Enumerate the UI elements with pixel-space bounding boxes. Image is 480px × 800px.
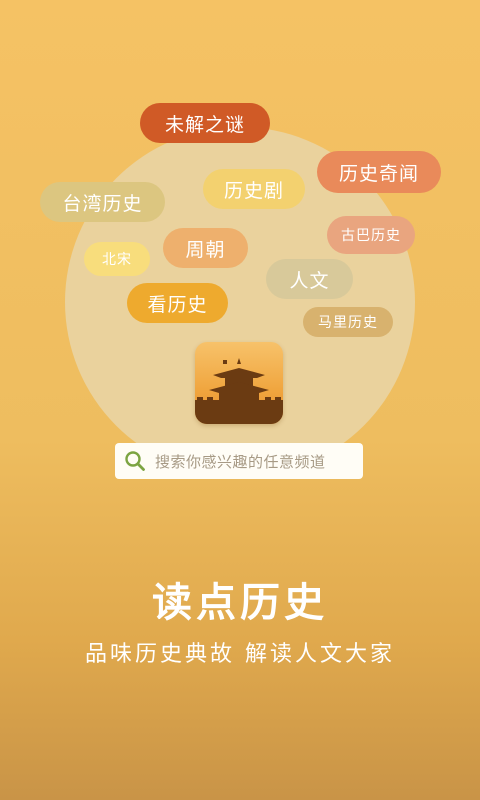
tag-label: 历史奇闻 [338,162,419,185]
app-subtitle: 品味历史典故 解读人文大家 [85,642,395,667]
tag-label: 马里历史 [318,315,378,331]
app-logo [195,342,283,424]
tower-icon [195,358,283,424]
tag-label: 北宋 [102,252,132,268]
tag-zhouchao[interactable]: 周朝 [163,228,248,268]
tag-mali-lishi[interactable]: 马里历史 [303,307,393,337]
tag-label: 看历史 [147,293,208,316]
tag-label: 历史剧 [223,179,284,202]
app-title: 读点历史 [152,580,328,626]
tag-guba-lishi[interactable]: 古巴历史 [327,216,415,254]
search-placeholder: 搜索你感兴趣的任意频道 [155,452,326,471]
tag-weijie[interactable]: 未解之谜 [140,103,270,143]
tag-label: 台湾历史 [62,192,143,215]
search-bar[interactable]: 搜索你感兴趣的任意频道 [115,443,363,479]
search-icon [125,451,145,471]
tag-label: 人文 [289,269,330,292]
tag-kan-lishi[interactable]: 看历史 [127,283,228,323]
tag-label: 周朝 [185,238,226,261]
tag-renwen[interactable]: 人文 [266,259,353,299]
tag-label: 古巴历史 [341,228,401,244]
tag-lishiju[interactable]: 历史剧 [203,169,305,209]
tag-taiwan-lishi[interactable]: 台湾历史 [40,182,165,222]
tag-label: 未解之谜 [164,113,245,136]
tag-beisong[interactable]: 北宋 [84,242,150,276]
tag-lishi-qiwen[interactable]: 历史奇闻 [317,151,441,193]
